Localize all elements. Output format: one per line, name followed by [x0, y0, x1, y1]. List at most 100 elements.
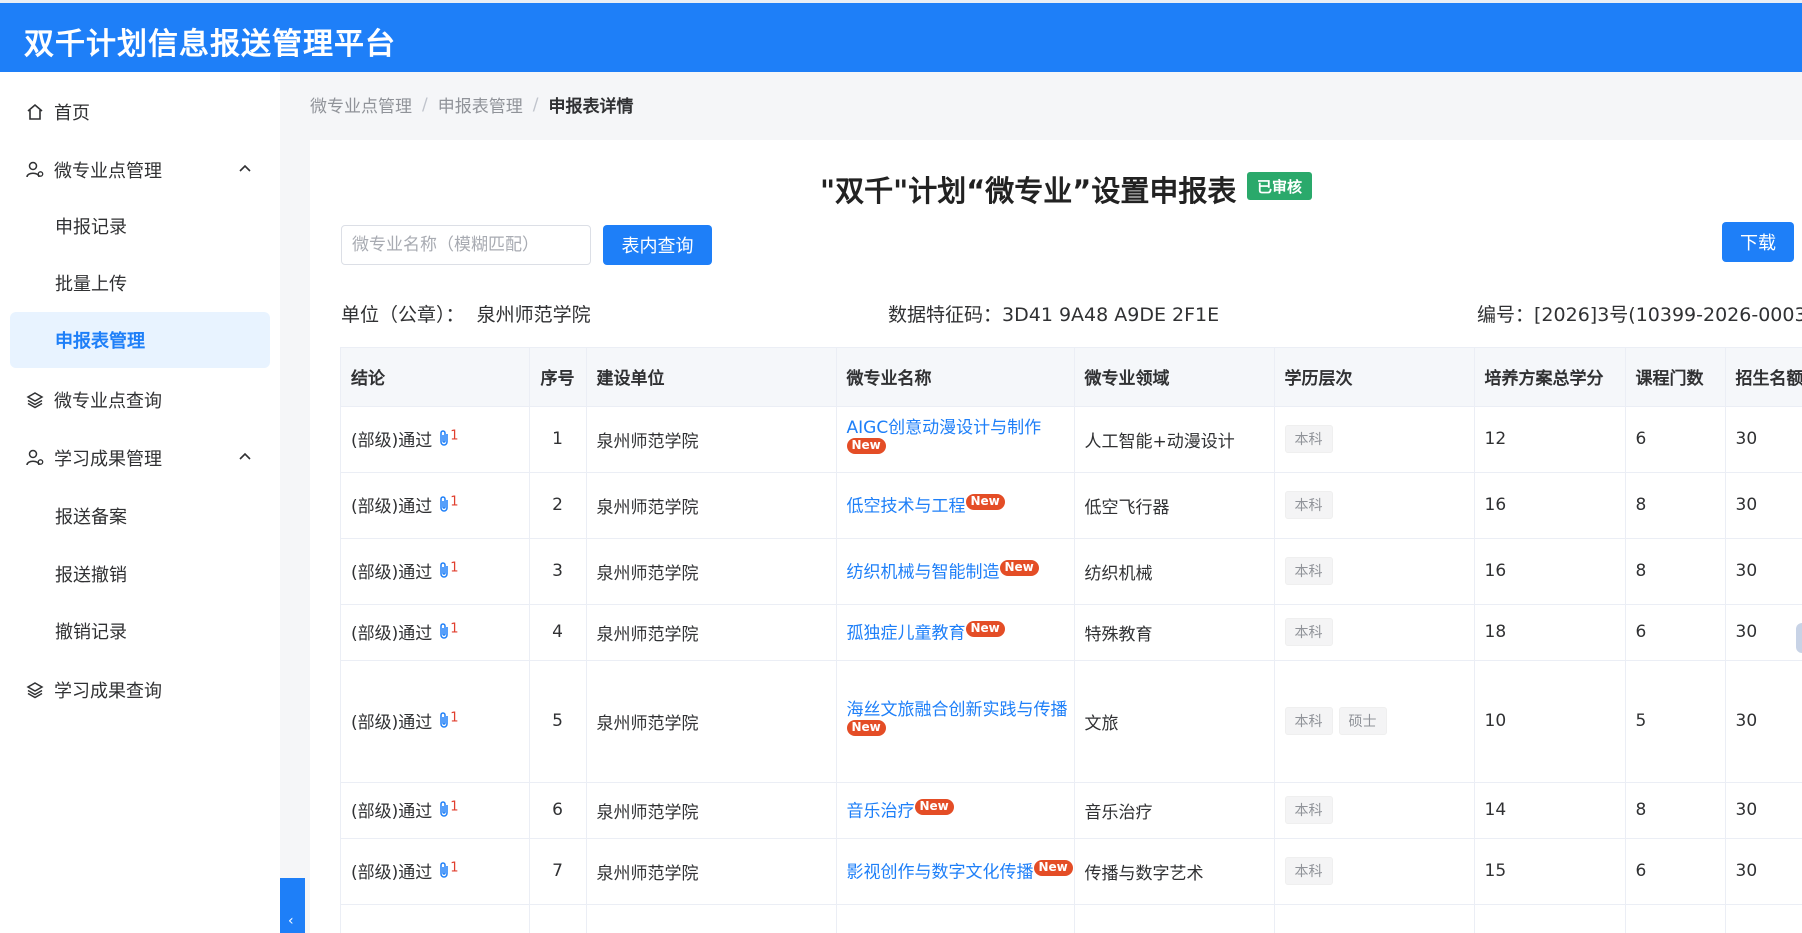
table-row: (部级)通过 1 1 泉州师范学院 AIGC创意动漫设计与制作New 人工智能+动漫设计本… [341, 406, 1802, 473]
micro-major-link[interactable]: 孤独症儿童教育 [847, 623, 966, 643]
column-header: 学历层次 [1274, 348, 1475, 407]
courses-cell: 6 [1625, 406, 1726, 473]
nav-sub-revoke-records[interactable]: 撤销记录 [10, 603, 270, 659]
breadcrumb: 微专业点管理 / 申报表管理 / 申报表详情 [310, 92, 634, 118]
nav-micro-query-label: 微专业点查询 [54, 391, 162, 412]
table-row: (部级)通过 1 5 泉州师范学院 海丝文旅融合创新实践与传播New 文旅 本科 硕士 10 5 3… [341, 660, 1802, 783]
top-bar: 双千计划信息报送管理平台 [0, 0, 1802, 72]
seq-cell: 1 [529, 406, 587, 473]
micro-major-link[interactable]: AIGC创意动漫设计与制作 [847, 418, 1042, 438]
level-cell: 本科 [1274, 782, 1475, 839]
attachment-count: 1 [450, 428, 459, 444]
field-cell: 特殊教育 [1074, 604, 1275, 661]
level-tag: 本科 [1284, 557, 1333, 585]
seq-cell: 4 [529, 604, 587, 661]
attachment-count: 1 [450, 860, 459, 876]
credits-cell: 16 [1474, 538, 1626, 605]
user-settings-icon [24, 447, 46, 469]
micro-major-link[interactable]: 低空技术与工程 [847, 496, 966, 516]
quota-cell: 30 [1725, 538, 1802, 605]
nav-sub-submit-filing[interactable]: 报送备案 [10, 488, 270, 544]
column-header: 建设单位 [586, 348, 837, 407]
micro-major-link[interactable]: 影视创作与数字文化传播 [847, 862, 1034, 882]
credits-cell: 18 [1474, 604, 1626, 661]
nav-results-management[interactable]: 学习成果管理 [10, 430, 270, 486]
attachment-icon[interactable] [438, 622, 450, 645]
attachment-icon[interactable] [438, 800, 450, 823]
attachment-icon[interactable] [438, 495, 450, 518]
field-cell: 低空飞行器 [1074, 472, 1275, 539]
attachment-icon[interactable] [438, 429, 450, 452]
table-row: (部级)通过 1 4 泉州师范学院 孤独症儿童教育 New 特殊教育 本科 18 6 30 [341, 604, 1802, 661]
level-tag: 本科 [1284, 857, 1333, 885]
level-tag: 本科 [1284, 618, 1333, 646]
column-header: 结论 [341, 348, 530, 407]
unit-cell: 泉州师范学院 [586, 604, 837, 661]
name-cell: 纺织机械与智能制造 New [836, 538, 1075, 605]
nav-micro-management[interactable]: 微专业点管理 [10, 142, 270, 198]
nav-sub-apply-records[interactable]: 申报记录 [10, 198, 270, 254]
unit-cell: 泉州师范学院 [586, 538, 837, 605]
breadcrumb-item[interactable]: 微专业点管理 [310, 92, 412, 117]
micro-major-link[interactable]: 音乐治疗 [847, 801, 915, 821]
attachment-icon[interactable] [438, 711, 450, 734]
conclusion-text: (部级)通过 [351, 623, 433, 644]
query-button[interactable]: 表内查询 [603, 225, 712, 265]
name-cell: AIGC创意动漫设计与制作New [836, 406, 1075, 473]
data-code-label: 数据特征码： [888, 304, 1003, 326]
quota-cell: 30 [1725, 604, 1802, 661]
new-badge: New [999, 559, 1039, 576]
table-row: (部级)通过 1 6 泉州师范学院 音乐治疗 New 音乐治疗 本科 14 8 30 [341, 782, 1802, 839]
download-button[interactable]: 下载 [1722, 222, 1794, 262]
nav-home-label: 首页 [54, 103, 90, 124]
micro-major-link[interactable]: 海丝文旅融合创新实践与传播 [847, 700, 1068, 720]
nav-micro-management-label: 微专业点管理 [54, 161, 162, 182]
breadcrumb-separator: / [422, 94, 428, 115]
new-badge: New [846, 437, 886, 454]
nav-home[interactable]: 首页 [10, 84, 270, 140]
credits-cell: 14 [1474, 782, 1626, 839]
page-title: "双千"计划“微专业”设置申报表 [820, 174, 1237, 208]
table-row [341, 904, 1802, 933]
conclusion-text: (部级)通过 [351, 801, 433, 822]
courses-cell: 5 [1625, 660, 1726, 783]
home-icon [24, 101, 46, 123]
nav-sub-batch-upload[interactable]: 批量上传 [10, 255, 270, 311]
name-cell: 低空技术与工程 New [836, 472, 1075, 539]
unit-info: 单位（公章）： 泉州师范学院 [341, 300, 591, 327]
nav-sub-form-management[interactable]: 申报表管理 [10, 312, 270, 368]
conclusion-cell: (部级)通过 1 [341, 406, 530, 473]
nav-sub-submit-revoke[interactable]: 报送撤销 [10, 546, 270, 602]
credits-cell: 10 [1474, 660, 1626, 783]
status-badge: 已审核 [1247, 172, 1312, 200]
breadcrumb-current: 申报表详情 [548, 97, 634, 117]
field-cell: 音乐治疗 [1074, 782, 1275, 839]
sidebar-collapse-toggle[interactable]: ‹ [280, 878, 305, 933]
new-badge: New [965, 620, 1005, 637]
report-table: 结论 序号 建设单位 微专业名称 微专业领域 学历层次 培养方案总学分 课程门数… [340, 347, 1802, 933]
level-cell: 本科 硕士 [1274, 660, 1475, 783]
chevron-up-icon[interactable] [236, 160, 254, 178]
micro-major-link[interactable]: 纺织机械与智能制造 [847, 562, 1000, 582]
attachment-icon[interactable] [438, 861, 450, 884]
breadcrumb-item[interactable]: 申报表管理 [438, 92, 523, 117]
level-cell: 本科 [1274, 838, 1475, 905]
courses-cell: 8 [1625, 782, 1726, 839]
search-input[interactable] [341, 225, 591, 265]
new-badge: New [1033, 859, 1073, 876]
nav-results-query[interactable]: 学习成果查询 [10, 662, 270, 718]
report-number-value: [2026]3号(10399-2026-0003) [1534, 304, 1802, 326]
credits-cell: 12 [1474, 406, 1626, 473]
quota-cell: 30 [1725, 472, 1802, 539]
level-tag: 本科 [1284, 796, 1333, 824]
attachment-icon[interactable] [438, 561, 450, 584]
app-title: 双千计划信息报送管理平台 [24, 27, 396, 62]
attachment-count: 1 [450, 799, 459, 815]
level-cell: 本科 [1274, 406, 1475, 473]
nav-micro-query[interactable]: 微专业点查询 [10, 372, 270, 428]
quota-cell: 30 [1725, 406, 1802, 473]
scroll-handle[interactable] [1796, 623, 1802, 653]
chevron-up-icon[interactable] [236, 448, 254, 466]
attachment-count: 1 [450, 560, 459, 576]
conclusion-text: (部级)通过 [351, 496, 433, 517]
